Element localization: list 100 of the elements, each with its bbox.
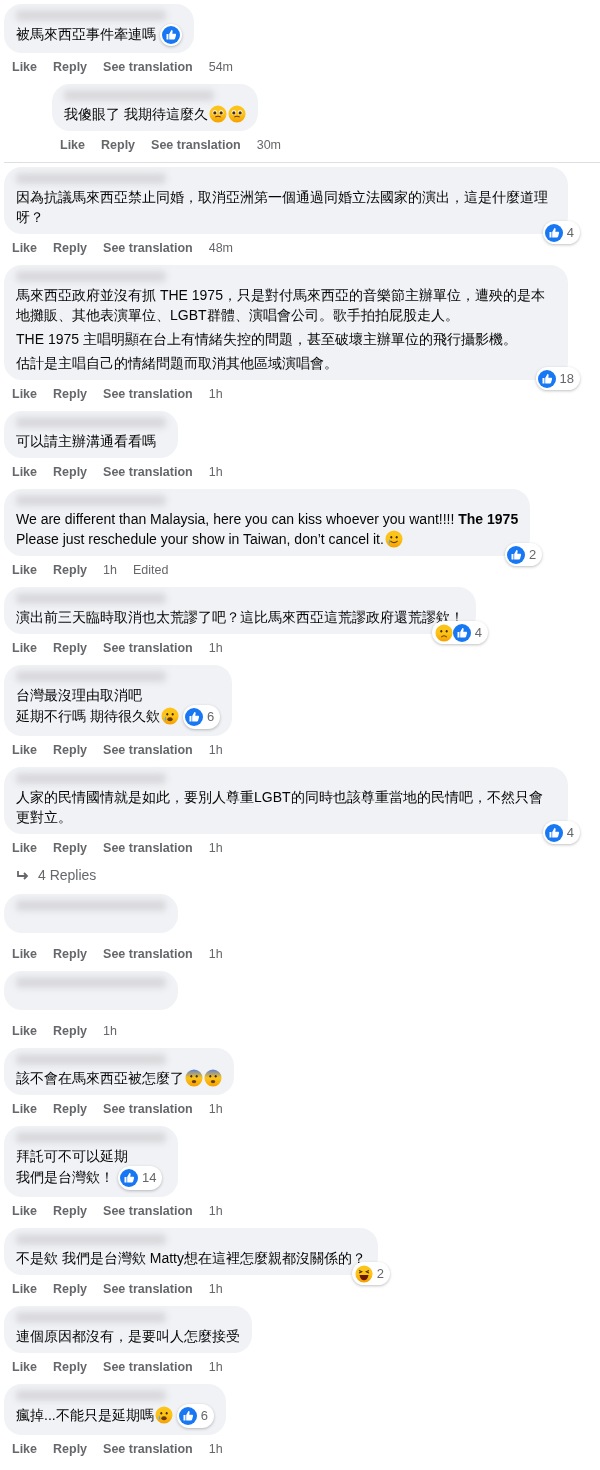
reaction-badge[interactable]: 6: [176, 1404, 214, 1429]
action-link[interactable]: Like: [12, 640, 37, 657]
action-link[interactable]: See translation: [103, 640, 193, 657]
comment-time: 1h: [208, 1101, 223, 1118]
action-link[interactable]: See translation: [103, 1441, 193, 1458]
action-link[interactable]: Like: [12, 464, 37, 481]
action-link[interactable]: Reply: [53, 1023, 88, 1040]
anxious-face-icon: [185, 1069, 203, 1088]
action-link[interactable]: See translation: [103, 464, 193, 481]
comment-time: 1h: [208, 840, 223, 857]
thumbs-up-icon: [120, 1169, 138, 1188]
action-link[interactable]: Like: [12, 742, 37, 759]
reaction-badge[interactable]: 2: [504, 542, 543, 567]
comment-text: 被馬來西亞事件牽連嗎: [16, 26, 156, 42]
reaction-badge[interactable]: 6: [182, 705, 221, 730]
action-link[interactable]: Reply: [53, 562, 88, 579]
action-link[interactable]: Like: [60, 137, 85, 154]
action-link[interactable]: Reply: [53, 1101, 88, 1118]
action-link[interactable]: Reply: [53, 946, 88, 963]
reaction-badge[interactable]: [160, 24, 182, 47]
action-link[interactable]: Reply: [53, 1281, 88, 1298]
thumbs-up-icon: [178, 1407, 197, 1426]
action-link[interactable]: See translation: [103, 1101, 193, 1118]
pleading-face-icon: [227, 105, 246, 124]
action-link[interactable]: Reply: [53, 1203, 88, 1220]
action-link[interactable]: Reply: [53, 1441, 88, 1458]
action-link[interactable]: See translation: [103, 240, 193, 257]
action-link[interactable]: Like: [12, 1203, 37, 1220]
comment-text: Please just reschedule your show in Taiwan, don’t cancel it.: [16, 531, 384, 548]
comment-text: 估計是主唱自己的情緒問題而取消其他區域演唱會。: [16, 355, 338, 372]
action-link[interactable]: See translation: [103, 1281, 193, 1298]
thumbs-up-icon: [544, 823, 563, 842]
reaction-count: 2: [528, 545, 538, 564]
comment-time: 30m: [256, 137, 281, 154]
action-link[interactable]: Like: [12, 240, 37, 257]
crying-face-icon: [160, 707, 179, 725]
comment-text: 瘋掉...不能只是延期嗎: [16, 1407, 154, 1423]
action-link[interactable]: Like: [12, 1101, 37, 1118]
action-link[interactable]: Reply: [53, 742, 88, 759]
thumbs-up-icon: [452, 623, 471, 642]
action-link[interactable]: Like: [12, 562, 37, 579]
action-link[interactable]: See translation: [103, 840, 193, 857]
laughing-face-icon: [354, 1264, 373, 1283]
comment-time: 1h: [208, 1203, 223, 1220]
action-link[interactable]: See translation: [103, 1203, 193, 1220]
action-link[interactable]: Like: [12, 386, 37, 403]
action-link[interactable]: Reply: [53, 840, 88, 857]
sad-face-icon: [434, 623, 453, 642]
action-link[interactable]: Reply: [53, 240, 88, 257]
view-replies-link[interactable]: 4 Replies: [4, 865, 97, 887]
reaction-count: 14: [142, 1169, 158, 1188]
thumbs-up-icon: [537, 369, 556, 388]
action-link[interactable]: See translation: [103, 1359, 193, 1376]
comment-time: 1h: [103, 1023, 117, 1040]
action-link[interactable]: Reply: [101, 137, 136, 154]
action-link[interactable]: Reply: [53, 464, 88, 481]
action-link[interactable]: Reply: [53, 1359, 88, 1376]
comment-time: 1h: [208, 1281, 223, 1298]
action-link[interactable]: Like: [12, 840, 37, 857]
action-link[interactable]: Reply: [53, 640, 88, 657]
comment-time: 1h: [208, 464, 223, 481]
action-link[interactable]: Like: [12, 1023, 37, 1040]
action-link[interactable]: See translation: [103, 386, 193, 403]
comment-text: THE 1975 主唱明顯在台上有情緒失控的問題，甚至破壞主辦單位的飛行攝影機。: [16, 331, 517, 348]
comment-text: 人家的民情國情就是如此，要別人尊重LGBT的同時也該尊重當地的民情吧，不然只會更對立。: [16, 789, 543, 826]
comment-time: 1h: [208, 742, 223, 759]
action-link[interactable]: See translation: [103, 946, 193, 963]
comment-text: We are different than Malaysia, here you can kiss whoever you want!!!! The 1975: [16, 511, 519, 528]
action-link[interactable]: Reply: [53, 59, 88, 76]
comment-text: 該不會在馬來西亞被怎麼了: [16, 1070, 184, 1087]
action-link[interactable]: Like: [12, 1441, 37, 1458]
reaction-badge[interactable]: 18: [535, 366, 580, 391]
comment-text: 延期不行嗎 期待很久欸: [16, 708, 160, 724]
comment-text: 可以請主辦溝通看看嗎: [16, 433, 156, 450]
reaction-count: 4: [566, 823, 575, 842]
reaction-badge[interactable]: 14: [118, 1166, 163, 1191]
reaction-count: 4: [566, 223, 575, 242]
comment-time: 1h: [208, 386, 223, 403]
action-link[interactable]: Reply: [53, 386, 88, 403]
action-link[interactable]: See translation: [151, 137, 241, 154]
comment-text: 拜託可不可以延期: [16, 1148, 128, 1165]
action-link[interactable]: Like: [12, 59, 37, 76]
comment-time: 1h: [208, 1441, 223, 1458]
crying-face-icon: [154, 1406, 173, 1424]
action-link[interactable]: Like: [12, 1359, 37, 1376]
action-link[interactable]: Like: [12, 1281, 37, 1298]
action-link[interactable]: See translation: [103, 742, 193, 759]
reaction-count: 18: [559, 369, 575, 388]
reaction-badge[interactable]: 4: [542, 220, 580, 245]
comment-text: 我傻眼了 我期待這麼久: [64, 106, 208, 123]
thumbs-up-icon: [544, 223, 563, 242]
comment-time: 1h: [103, 562, 117, 579]
comment-time: 54m: [208, 59, 233, 76]
reaction-badge[interactable]: 4: [542, 820, 580, 845]
reaction-count: 2: [376, 1264, 385, 1283]
reaction-count: 6: [206, 708, 216, 727]
reaction-count: 6: [200, 1407, 209, 1426]
action-link[interactable]: See translation: [103, 59, 193, 76]
action-link[interactable]: Like: [12, 946, 37, 963]
pleading-face-icon: [208, 105, 227, 124]
